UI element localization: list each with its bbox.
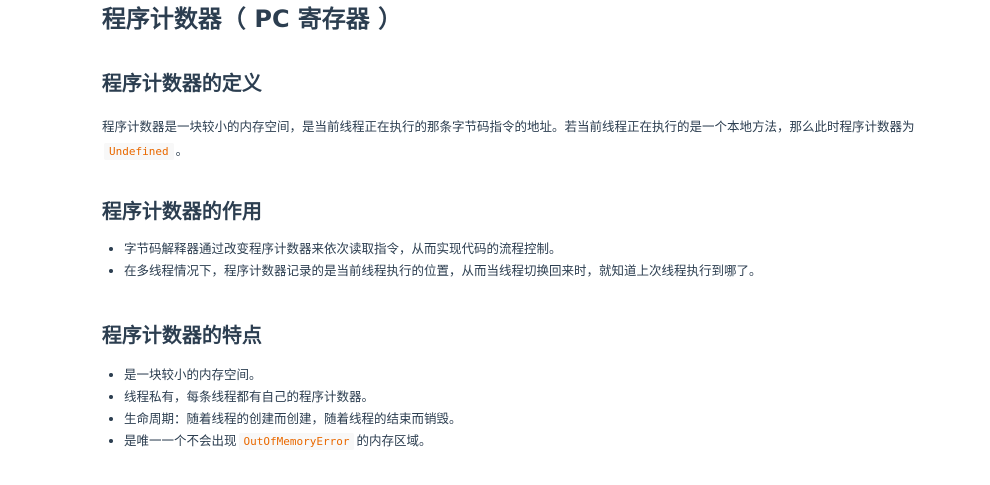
list-item-text: 字节码解释器通过改变程序计数器来依次读取指令，从而实现代码的流程控制。 — [124, 241, 562, 256]
section-heading-purpose: 程序计数器的作用 — [102, 199, 262, 223]
definition-text: 程序计数器是一块较小的内存空间，是当前线程正在执行的那条字节码指令的地址。若当前… — [102, 119, 915, 134]
page-title: 程序计数器（ PC 寄存器 ） — [102, 5, 403, 33]
purpose-list: 字节码解释器通过改变程序计数器来依次读取指令，从而实现代码的流程控制。 在多线程… — [102, 238, 762, 282]
bullet-icon — [109, 439, 113, 443]
list-item-text-end: 的内存区域。 — [356, 433, 432, 448]
bullet-icon — [109, 247, 113, 251]
bullet-icon — [109, 269, 113, 273]
list-item-text: 在多线程情况下，程序计数器记录的是当前线程执行的位置，从而当线程切换回来时，就知… — [124, 263, 762, 278]
list-item-text: 是唯一一个不会出现 — [124, 433, 237, 448]
bullet-icon — [109, 373, 113, 377]
section-heading-definition: 程序计数器的定义 — [102, 71, 262, 95]
list-item: 线程私有，每条线程都有自己的程序计数器。 — [102, 386, 462, 408]
list-item: 生命周期：随着线程的创建而创建，随着线程的结束而销毁。 — [102, 408, 462, 430]
list-item-text: 是一块较小的内存空间。 — [124, 367, 262, 382]
list-item-text: 线程私有，每条线程都有自己的程序计数器。 — [124, 389, 375, 404]
definition-paragraph: 程序计数器是一块较小的内存空间，是当前线程正在执行的那条字节码指令的地址。若当前… — [102, 115, 947, 164]
list-item: 字节码解释器通过改变程序计数器来依次读取指令，从而实现代码的流程控制。 — [102, 238, 762, 260]
characteristics-list: 是一块较小的内存空间。 线程私有，每条线程都有自己的程序计数器。 生命周期：随着… — [102, 364, 462, 453]
list-item: 是一块较小的内存空间。 — [102, 364, 462, 386]
bullet-icon — [109, 395, 113, 399]
list-item: 在多线程情况下，程序计数器记录的是当前线程执行的位置，从而当线程切换回来时，就知… — [102, 260, 762, 282]
inline-code-oome: OutOfMemoryError — [238, 433, 355, 450]
inline-code-undefined: Undefined — [104, 143, 174, 160]
definition-text-end: 。 — [175, 143, 189, 158]
list-item-text: 生命周期：随着线程的创建而创建，随着线程的结束而销毁。 — [124, 411, 462, 426]
list-item: 是唯一一个不会出现 OutOfMemoryError 的内存区域。 — [102, 430, 462, 453]
bullet-icon — [109, 417, 113, 421]
section-heading-characteristics: 程序计数器的特点 — [102, 323, 262, 347]
